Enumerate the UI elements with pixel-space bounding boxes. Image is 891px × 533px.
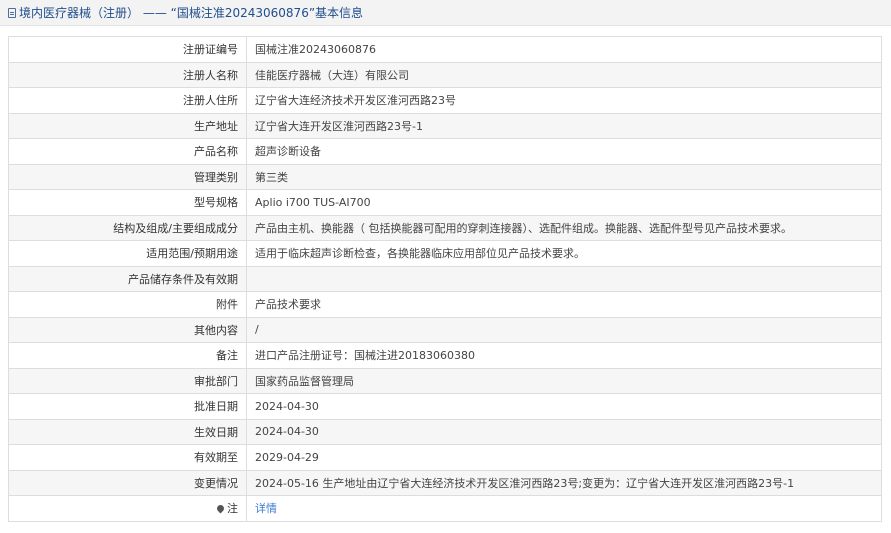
- row-label: 生效日期: [8, 418, 247, 445]
- table-row: 产品名称 超声诊断设备: [8, 138, 882, 165]
- row-value: 辽宁省大连开发区淮河西路23号-1: [246, 112, 882, 139]
- row-value: 适用于临床超声诊断检查，各换能器临床应用部位见产品技术要求。: [246, 240, 882, 267]
- table-row: 有效期至 2029-04-29: [8, 444, 882, 471]
- row-label: 其他内容: [8, 316, 247, 343]
- note-label: 注: [227, 502, 238, 516]
- row-label: 备注: [8, 342, 247, 369]
- row-value: 国械注准20243060876: [246, 36, 882, 63]
- row-value: 2024-04-30: [246, 418, 882, 445]
- row-label: 附件: [8, 291, 247, 318]
- table-row: 备注 进口产品注册证号：国械注进20183060380: [8, 342, 882, 369]
- table-row: 附件 产品技术要求: [8, 291, 882, 318]
- row-label: 批准日期: [8, 393, 247, 420]
- row-value: /: [246, 316, 882, 343]
- table-row: 型号规格 Aplio i700 TUS-AI700: [8, 189, 882, 216]
- row-label: 注册证编号: [8, 36, 247, 63]
- row-label: 注册人住所: [8, 87, 247, 114]
- pin-icon: [215, 503, 226, 514]
- row-label: 注册人名称: [8, 61, 247, 88]
- note-row: 注 详情: [8, 495, 882, 522]
- table-row: 管理类别 第三类: [8, 163, 882, 190]
- table-row: 注册证编号 国械注准20243060876: [8, 36, 882, 63]
- row-label: 审批部门: [8, 367, 247, 394]
- row-value: [246, 265, 882, 292]
- row-value: Aplio i700 TUS-AI700: [246, 189, 882, 216]
- note-label-cell: 注: [8, 495, 247, 522]
- table-row: 产品储存条件及有效期: [8, 265, 882, 292]
- table-row: 审批部门 国家药品监督管理局: [8, 367, 882, 394]
- table-row: 注册人住所 辽宁省大连经济技术开发区淮河西路23号: [8, 87, 882, 114]
- row-label: 产品储存条件及有效期: [8, 265, 247, 292]
- table-row: 注册人名称 佳能医疗器械（大连）有限公司: [8, 61, 882, 88]
- row-value: 国家药品监督管理局: [246, 367, 882, 394]
- row-value: 进口产品注册证号：国械注进20183060380: [246, 342, 882, 369]
- row-value: 超声诊断设备: [246, 138, 882, 165]
- row-value: 2024-05-16 生产地址由辽宁省大连经济技术开发区淮河西路23号;变更为：…: [246, 469, 882, 496]
- table-row: 批准日期 2024-04-30: [8, 393, 882, 420]
- row-value: 产品由主机、换能器（ 包括换能器可配用的穿刺连接器）、选配件组成。换能器、选配件…: [246, 214, 882, 241]
- row-label: 型号规格: [8, 189, 247, 216]
- details-link[interactable]: 详情: [255, 502, 277, 515]
- row-label: 产品名称: [8, 138, 247, 165]
- table-row: 变更情况 2024-05-16 生产地址由辽宁省大连经济技术开发区淮河西路23号;…: [8, 469, 882, 496]
- table-row: 生效日期 2024-04-30: [8, 418, 882, 445]
- info-table: 注册证编号 国械注准20243060876 注册人名称 佳能医疗器械（大连）有限公司…: [8, 36, 882, 522]
- table-row: 生产地址 辽宁省大连开发区淮河西路23号-1: [8, 112, 882, 139]
- page-title: 境内医疗器械（注册） —— “国械注准20243060876”基本信息: [19, 6, 364, 20]
- row-value: 第三类: [246, 163, 882, 190]
- row-value: 佳能医疗器械（大连）有限公司: [246, 61, 882, 88]
- table-row: 适用范围/预期用途 适用于临床超声诊断检查，各换能器临床应用部位见产品技术要求。: [8, 240, 882, 267]
- document-icon: [8, 7, 16, 18]
- row-label: 结构及组成/主要组成成分: [8, 214, 247, 241]
- note-value-cell: 详情: [246, 495, 882, 522]
- row-label: 有效期至: [8, 444, 247, 471]
- table-row: 结构及组成/主要组成成分 产品由主机、换能器（ 包括换能器可配用的穿刺连接器）、选…: [8, 214, 882, 241]
- row-value: 辽宁省大连经济技术开发区淮河西路23号: [246, 87, 882, 114]
- row-label: 适用范围/预期用途: [8, 240, 247, 267]
- row-value: 2024-04-30: [246, 393, 882, 420]
- table-row: 其他内容 /: [8, 316, 882, 343]
- row-value: 产品技术要求: [246, 291, 882, 318]
- row-label: 变更情况: [8, 469, 247, 496]
- page-header: 境内医疗器械（注册） —— “国械注准20243060876”基本信息: [0, 0, 891, 26]
- row-label: 生产地址: [8, 112, 247, 139]
- row-label: 管理类别: [8, 163, 247, 190]
- row-value: 2029-04-29: [246, 444, 882, 471]
